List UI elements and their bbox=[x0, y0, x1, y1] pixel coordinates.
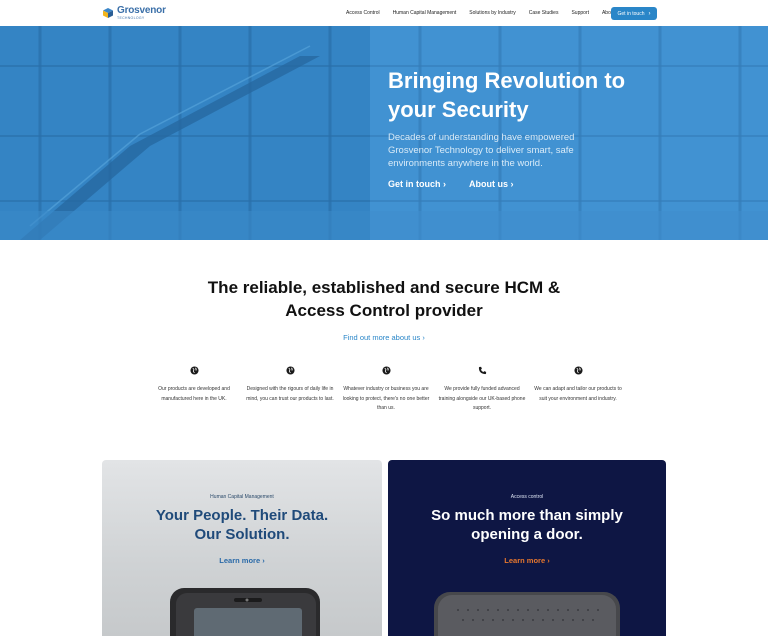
globe-icon bbox=[573, 366, 583, 375]
hero-description: Decades of understanding have empowered … bbox=[388, 132, 575, 169]
access-card-title: So much more than simply opening a door. bbox=[388, 506, 666, 544]
hero: Bringing Revolution to your Security Dec… bbox=[0, 26, 768, 240]
feature-item: Whatever industry or business you are lo… bbox=[338, 366, 434, 414]
feature-item: Our products are developed and manufactu… bbox=[146, 366, 242, 414]
main-nav: Access Control Human Capital Management … bbox=[346, 0, 628, 26]
feature-text: We provide fully funded advanced trainin… bbox=[438, 386, 526, 411]
feature-text: Our products are developed and manufactu… bbox=[158, 386, 230, 402]
site-header: Grosvenor TECHNOLOGY Access Control Huma… bbox=[0, 0, 768, 26]
hero-about-us-link[interactable]: About us › bbox=[469, 179, 514, 189]
hcm-card-eyebrow: Human Capital Management bbox=[210, 494, 274, 500]
provider-heading-line-2: Access Control provider bbox=[285, 301, 483, 320]
feature-item: Designed with the rigours of daily life … bbox=[242, 366, 338, 414]
nav-support[interactable]: Support bbox=[571, 10, 589, 16]
nav-human-capital-management[interactable]: Human Capital Management bbox=[393, 10, 457, 16]
logo-name: Grosvenor bbox=[117, 5, 166, 16]
feature-list: Our products are developed and manufactu… bbox=[146, 366, 626, 414]
feature-text: Designed with the rigours of daily life … bbox=[246, 386, 334, 402]
logo-mark-icon bbox=[103, 8, 113, 18]
globe-icon bbox=[381, 366, 391, 375]
access-card-eyebrow: Access control bbox=[510, 494, 544, 500]
hcm-learn-more-link[interactable]: Learn more › bbox=[102, 556, 382, 565]
access-card-title-line-2: opening a door. bbox=[471, 526, 583, 543]
nav-access-control[interactable]: Access Control bbox=[346, 10, 380, 16]
access-control-card[interactable]: Access control So much more than simply … bbox=[388, 460, 666, 636]
card-reader-device-image bbox=[434, 592, 620, 636]
nav-case-studies[interactable]: Case Studies bbox=[529, 10, 559, 16]
hcm-card[interactable]: Human Capital Management Your People. Th… bbox=[102, 460, 382, 636]
feature-text: We can adapt and tailor our products to … bbox=[534, 386, 622, 402]
hero-title: Bringing Revolution to your Security bbox=[388, 68, 626, 122]
hero-background-image bbox=[0, 26, 768, 240]
provider-heading: The reliable, established and secure HCM… bbox=[0, 276, 768, 322]
feature-item: We provide fully funded advanced trainin… bbox=[434, 366, 530, 414]
phone-icon bbox=[478, 366, 486, 375]
access-learn-more-link[interactable]: Learn more › bbox=[388, 556, 666, 565]
get-in-touch-button[interactable]: Get in touch › bbox=[611, 7, 657, 20]
globe-icon bbox=[189, 366, 199, 375]
find-out-more-link[interactable]: Find out more about us › bbox=[0, 333, 768, 342]
hero-links: Get in touch › About us › bbox=[388, 179, 537, 189]
feature-item: We can adapt and tailor our products to … bbox=[530, 366, 626, 414]
feature-text: Whatever industry or business you are lo… bbox=[342, 386, 430, 411]
hero-get-in-touch-link[interactable]: Get in touch › bbox=[388, 179, 446, 189]
logo-subtitle: TECHNOLOGY bbox=[117, 16, 145, 20]
chevron-right-icon: › bbox=[648, 10, 651, 17]
access-card-title-line-1: So much more than simply bbox=[431, 507, 623, 524]
provider-heading-line-1: The reliable, established and secure HCM… bbox=[207, 278, 561, 297]
globe-icon bbox=[285, 366, 295, 375]
hcm-card-title-line-1: Your People. Their Data. bbox=[155, 507, 329, 524]
hcm-card-title: Your People. Their Data. Our Solution. bbox=[102, 506, 382, 544]
time-clock-device-image bbox=[170, 588, 320, 636]
get-in-touch-label: Get in touch bbox=[617, 10, 645, 17]
logo[interactable]: Grosvenor TECHNOLOGY bbox=[102, 6, 166, 21]
nav-solutions-by-industry[interactable]: Solutions by Industry bbox=[469, 10, 515, 16]
hcm-card-title-line-2: Our Solution. bbox=[194, 526, 290, 543]
